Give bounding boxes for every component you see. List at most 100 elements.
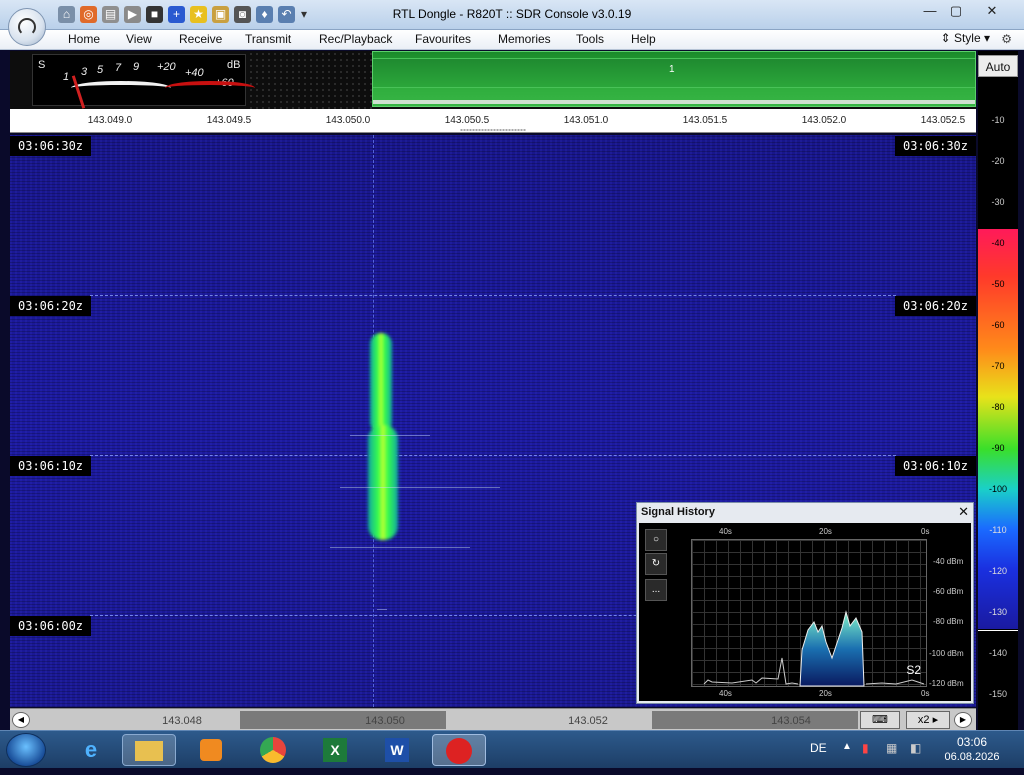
db-label: dB [227,59,241,71]
menu-recplayback[interactable]: Rec/Playback [319,32,392,46]
windows-taskbar: e X W DE ▲ ▮ ▦ ◧ 03:06 06.08.2026 [0,730,1024,768]
nav-frequency: 143.050 [365,715,405,727]
signal-trace [370,333,392,433]
ruler-label: 143.051.5 [682,115,728,126]
menu-home[interactable]: Home [68,32,100,46]
media-player-icon[interactable] [184,734,238,766]
frequency-navigation-bar: ◀ 143.048 143.050 143.052 143.054 ⌨ x2 ▸… [10,708,976,730]
language-indicator[interactable]: DE [810,741,827,755]
timestamp-left: 03:06:10z [10,456,92,476]
auto-scale-button[interactable]: Auto [978,55,1018,77]
visible-range-segment[interactable] [240,711,446,729]
timestamp-right: 03:06:30z [894,136,976,156]
zoom-button[interactable]: x2 ▸ [906,711,950,729]
ruler-label: 143.051.0 [563,115,609,126]
scroll-left-button[interactable]: ◀ [12,712,30,728]
signal-trace [368,425,398,540]
signal-history-close-button[interactable]: ✕ [958,504,969,520]
sdr-console-icon[interactable] [432,734,486,766]
ruler-label: 143.049.0 [87,115,133,126]
frequency-ruler[interactable]: 143.049.0 143.049.5 143.050.0 143.050.5 … [10,109,976,133]
file-explorer-icon[interactable] [122,734,176,766]
chrome-icon[interactable] [246,734,300,766]
dbm-label: -80 dBm [933,617,964,626]
maximize-button[interactable]: ▢ [944,2,968,20]
refresh-icon[interactable]: ↻ [645,553,667,575]
tray-app-icon[interactable]: ▮ [862,741,869,755]
spectrum-display[interactable]: 1 [372,51,976,107]
ruler-label: 143.050.0 [325,115,371,126]
internet-explorer-icon[interactable]: e [64,734,118,766]
level-label: -60 [991,320,1005,330]
timestamp-left: 03:06:00z [10,616,92,636]
keyboard-icon[interactable]: ⌨ [860,711,900,729]
minimize-button[interactable]: — [918,2,942,20]
ruler-label: 143.050.5 [444,115,490,126]
time-label: 20s [819,689,832,698]
level-label: -90 [991,443,1005,453]
s-label: S [38,59,46,71]
application-menu-button[interactable] [8,8,46,46]
ruler-label: 143.049.5 [206,115,252,126]
s-meter-arc-white [71,81,171,95]
tray-expand-icon[interactable]: ▲ [842,741,852,752]
ruler-drag-handle[interactable] [460,129,526,131]
time-gridline [90,455,896,456]
signal-history-window[interactable]: Signal History ✕ ○ ↻ ... 40s 20s 0s -40 … [636,502,974,704]
spectrum-baseline [373,100,975,104]
play-icon [200,739,222,761]
time-label: 40s [719,527,732,536]
windows-start-button[interactable] [6,733,46,767]
time-label: 20s [819,527,832,536]
s-unit-reading: S2 [906,663,921,677]
level-label: -80 [991,402,1005,412]
excel-letter: X [323,738,347,762]
scale-baseline [978,630,1018,631]
noise-streak [340,487,500,488]
level-label: -40 [991,238,1005,248]
s-scale-3: 3 [81,66,88,78]
s-scale-plus20: +20 [157,61,176,73]
signal-history-trace [703,610,925,687]
excel-icon[interactable]: X [308,734,362,766]
clock-date[interactable]: 06.08.2026 [942,751,1002,763]
level-label: -50 [991,279,1005,289]
level-label: -110 [989,525,1007,535]
signal-history-title: Signal History [641,506,715,518]
menu-memories[interactable]: Memories [498,32,551,46]
style-button[interactable]: ⇕ Style ▾ [941,31,990,45]
record-circle-icon[interactable]: ○ [645,529,667,551]
clock-time[interactable]: 03:06 [942,735,1002,749]
chevron-down-icon: ▾ [980,31,990,45]
s-scale-plus40: +40 [185,67,204,79]
level-label: -130 [988,607,1007,617]
timestamp-left: 03:06:30z [10,136,92,156]
menu-view[interactable]: View [126,32,152,46]
close-button[interactable]: ✕ [980,2,1004,20]
level-label: -20 [991,156,1005,166]
more-options-button[interactable]: ... [645,579,667,601]
level-label: -30 [991,197,1005,207]
volume-icon[interactable]: ◧ [910,741,921,755]
settings-gear-icon[interactable]: ⚙ [1001,32,1012,46]
title-bar: ⌂ ◎ ▤ ▶ ■ + ★ ▣ ◙ ♦ ↶ ▾ RTL Dongle - R82… [0,0,1024,30]
time-gridline [90,295,896,296]
scroll-right-button[interactable]: ▶ [954,712,972,728]
visible-range-segment[interactable] [652,711,858,729]
menu-transmit[interactable]: Transmit [245,32,291,46]
style-label: Style [953,31,981,45]
word-icon[interactable]: W [370,734,424,766]
play-right-icon: ▸ [932,714,939,726]
menu-tools[interactable]: Tools [576,32,604,46]
antenna-icon [446,738,472,764]
timestamp-right: 03:06:20z [894,296,976,316]
menu-bar: Home View Receive Transmit Rec/Playback … [0,30,1024,50]
menu-receive[interactable]: Receive [179,32,222,46]
level-label: -10 [991,115,1005,125]
level-label: -70 [991,361,1005,371]
menu-help[interactable]: Help [631,32,656,46]
time-label: 0s [921,527,930,536]
menu-favourites[interactable]: Favourites [415,32,471,46]
network-icon[interactable]: ▦ [886,741,897,755]
power-icon [18,18,36,36]
